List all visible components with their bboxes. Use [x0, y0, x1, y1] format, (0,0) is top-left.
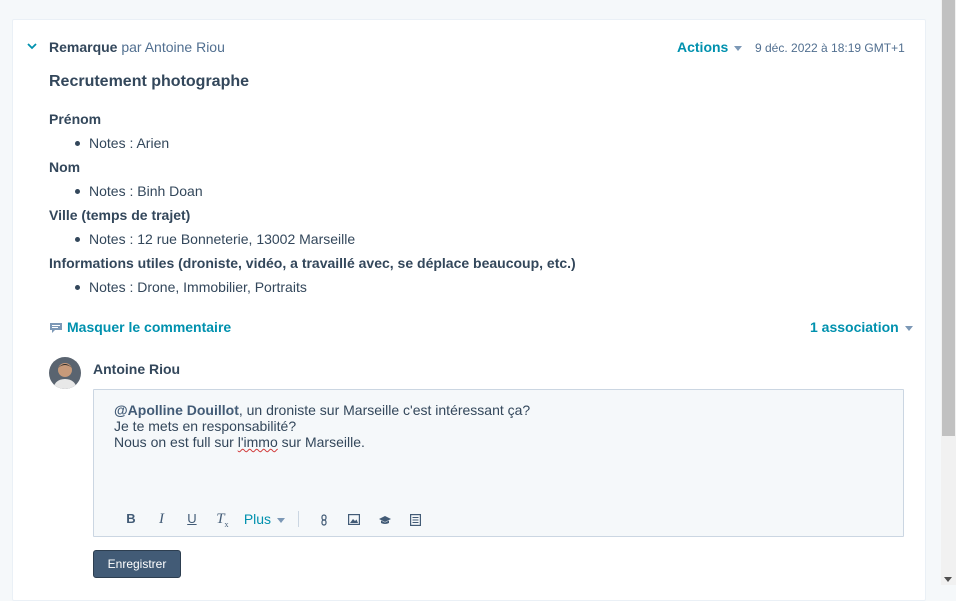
bullet	[75, 189, 80, 194]
note-author: par Antoine Riou	[121, 39, 225, 55]
caret-down-icon	[277, 517, 286, 523]
avatar-image	[49, 357, 81, 389]
knowledge-icon[interactable]	[372, 510, 398, 528]
note-fields: Prénom Notes : Arien Nom Notes : Binh Do…	[49, 109, 909, 301]
comment-line-1-text: , un droniste sur Marseille c'est intére…	[238, 402, 531, 418]
clear-format-label: T	[216, 511, 225, 527]
caret-down-icon	[734, 45, 743, 51]
toolbar-divider	[297, 511, 299, 527]
bold-button[interactable]: B	[118, 510, 144, 528]
avatar	[49, 357, 81, 389]
clear-format-icon[interactable]: Tx	[209, 510, 235, 529]
mention[interactable]: @Apolline Douillot	[114, 402, 239, 418]
more-label: Plus	[243, 511, 272, 527]
note-title: Recrutement photographe	[49, 73, 250, 90]
comment-editor[interactable]: @Apolline Douillot, un droniste sur Mars…	[93, 389, 904, 537]
image-icon[interactable]	[341, 510, 367, 528]
comment-icon	[50, 323, 62, 333]
field-label-infos: Informations utiles (droniste, vidéo, a …	[49, 255, 576, 271]
italic-button[interactable]: I	[148, 510, 174, 528]
note-timestamp: 9 déc. 2022 à 18:19 GMT+1	[755, 41, 905, 55]
field-label-prenom: Prénom	[49, 111, 102, 127]
comment-text[interactable]: @Apolline Douillot, un droniste sur Mars…	[114, 402, 874, 450]
association-label: 1 association	[810, 319, 899, 335]
hide-comment-label: Masquer le commentaire	[67, 319, 232, 335]
actions-label: Actions	[677, 39, 729, 55]
misspelled-word: l'immo	[237, 434, 278, 450]
scrollbar-thumb[interactable]	[942, 0, 955, 436]
chevron-down-icon[interactable]	[27, 42, 37, 50]
field-note-prenom: Notes : Arien	[73, 133, 909, 157]
field-note-text: Notes : Binh Doan	[89, 183, 203, 199]
link-icon[interactable]	[311, 510, 337, 528]
note-header: Remarque par Antoine Riou Actions 9 déc.…	[13, 20, 925, 74]
field-note-text: Notes : Arien	[89, 135, 170, 151]
comment-line-3: Nous on est full sur l'immo sur Marseill…	[114, 434, 874, 450]
comment-line-1: @Apolline Douillot, un droniste sur Mars…	[114, 402, 874, 418]
caret-down-icon	[904, 325, 913, 331]
association-dropdown[interactable]: 1 association	[810, 319, 913, 335]
comment-line-2: Je te mets en responsabilité?	[114, 418, 297, 434]
field-label-nom: Nom	[49, 159, 81, 175]
note-type: Remarque	[49, 39, 118, 55]
save-button[interactable]: Enregistrer	[93, 550, 181, 578]
snippet-icon[interactable]	[402, 510, 428, 528]
underline-button[interactable]: U	[179, 510, 205, 528]
comment-line-3-text-b: sur Marseille.	[277, 434, 365, 450]
field-note-text: Notes : 12 rue Bonneterie, 13002 Marseil…	[89, 231, 356, 247]
field-note-ville: Notes : 12 rue Bonneterie, 13002 Marseil…	[73, 229, 909, 253]
field-note-nom: Notes : Binh Doan	[73, 181, 909, 205]
comment-author: Antoine Riou	[93, 361, 181, 377]
editor-toolbar: B I U Tx Plus	[118, 510, 428, 529]
actions-dropdown[interactable]: Actions	[677, 39, 743, 55]
note-header-text: Remarque par Antoine Riou	[49, 39, 225, 55]
bullet	[75, 285, 80, 290]
bullet	[75, 141, 80, 146]
note-card: Remarque par Antoine Riou Actions 9 déc.…	[12, 19, 926, 601]
scroll-down-arrow-icon[interactable]	[944, 577, 952, 582]
more-dropdown[interactable]: Plus	[243, 510, 286, 528]
scrollbar[interactable]	[941, 0, 956, 585]
hide-comment-toggle[interactable]: Masquer le commentaire	[49, 319, 231, 335]
bullet	[75, 237, 80, 242]
comment-line-3-text-a: Nous on est full sur	[114, 434, 238, 450]
field-note-infos: Notes : Drone, Immobilier, Portraits	[73, 277, 909, 301]
field-label-ville: Ville (temps de trajet)	[49, 207, 191, 223]
field-note-text: Notes : Drone, Immobilier, Portraits	[89, 279, 307, 295]
